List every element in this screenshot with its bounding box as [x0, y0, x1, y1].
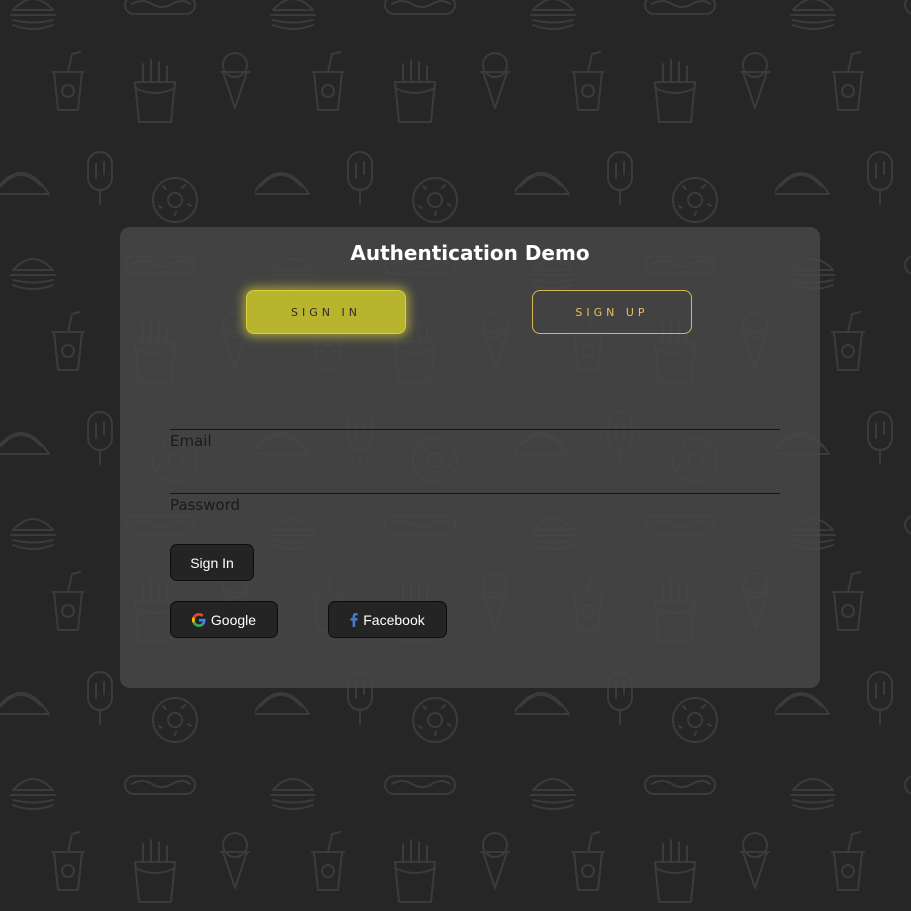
- google-sign-in-button[interactable]: Google: [170, 601, 278, 638]
- facebook-label: Facebook: [363, 611, 425, 628]
- facebook-f-icon: [350, 612, 358, 627]
- password-underline: [170, 493, 780, 494]
- google-label: Google: [210, 611, 257, 628]
- google-g-icon: [191, 612, 206, 627]
- page-title: Authentication Demo: [350, 241, 590, 265]
- sign-in-submit-button[interactable]: Sign In: [170, 544, 254, 581]
- email-field[interactable]: Email: [170, 429, 780, 450]
- password-field[interactable]: Password: [170, 493, 780, 514]
- password-label: Password: [170, 496, 241, 514]
- sign-in-tab-button[interactable]: SIGN IN: [246, 290, 406, 334]
- sign-up-tab-button[interactable]: SIGN UP: [532, 290, 692, 334]
- facebook-sign-in-button[interactable]: Facebook: [328, 601, 447, 638]
- auth-card: Authentication Demo SIGN IN SIGN UP Emai…: [120, 227, 820, 688]
- email-underline: [170, 429, 780, 430]
- sign-in-submit-label: Sign In: [190, 554, 234, 571]
- email-label: Email: [170, 432, 212, 450]
